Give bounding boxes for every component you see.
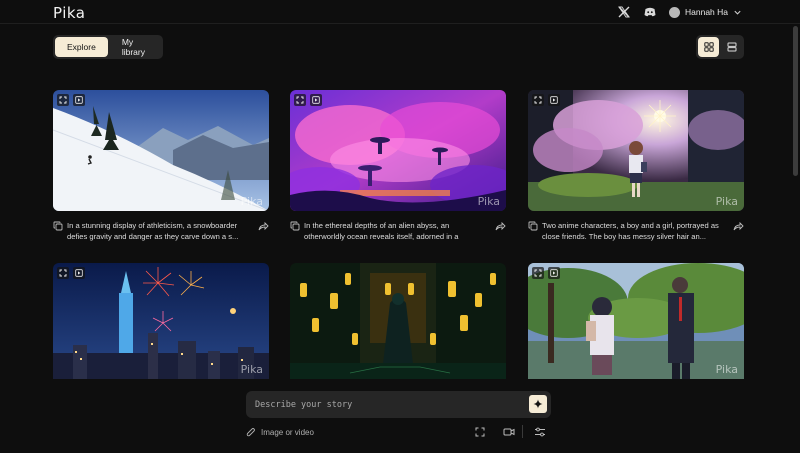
tab-explore[interactable]: Explore [55, 37, 108, 57]
pika-watermark: Pika [240, 363, 263, 376]
caption-row: Two anime characters, a boy and a girl, … [528, 220, 744, 244]
play-icon[interactable] [548, 267, 560, 279]
settings-sliders-icon[interactable] [534, 426, 546, 438]
video-thumbnail[interactable]: Pika [53, 90, 269, 211]
play-icon[interactable] [73, 267, 85, 279]
chevron-down-icon [734, 10, 741, 15]
fullscreen-icon[interactable] [294, 94, 306, 106]
video-thumbnail[interactable]: Pika [53, 263, 269, 379]
anime-friends-scene [528, 90, 744, 211]
paperclip-icon [246, 427, 255, 436]
alien-abyss-scene [290, 90, 506, 211]
video-caption: In a stunning display of athleticism, a … [67, 221, 239, 241]
pika-watermark: Pika [477, 195, 500, 208]
video-caption: In the ethereal depths of an alien abyss… [304, 221, 459, 241]
aspect-ratio-icon[interactable] [474, 426, 486, 438]
user-name: Hannah Ha [685, 7, 729, 17]
fullscreen-icon[interactable] [532, 267, 544, 279]
pika-watermark: Pika [715, 195, 738, 208]
list-view-icon [727, 42, 736, 52]
copy-icon[interactable] [528, 221, 538, 231]
anime-park-scene [528, 263, 744, 379]
fullscreen-icon[interactable] [57, 94, 69, 106]
attach-label: Image or video [261, 427, 314, 437]
grid-view-icon [703, 42, 714, 52]
share-icon[interactable] [733, 221, 744, 231]
copy-icon[interactable] [290, 221, 300, 231]
pika-watermark: Pika [240, 195, 263, 208]
fullscreen-icon[interactable] [57, 267, 69, 279]
temple-lanterns-scene [290, 263, 506, 379]
generate-button[interactable] [529, 395, 547, 413]
pika-logo[interactable]: Pika [53, 4, 86, 22]
video-thumbnail[interactable] [290, 263, 506, 379]
sparkle-icon [533, 399, 543, 409]
user-menu[interactable]: Hannah Ha [669, 4, 742, 20]
caption-row: In a stunning display of athleticism, a … [53, 220, 269, 244]
pika-watermark: Pika [715, 363, 738, 376]
video-thumbnail[interactable]: Pika [528, 90, 744, 211]
discord-icon[interactable] [643, 5, 657, 19]
play-icon[interactable] [310, 94, 322, 106]
page-scrollbar[interactable] [793, 26, 798, 176]
tab-bar: Explore My library [53, 35, 163, 59]
play-icon[interactable] [548, 94, 560, 106]
play-icon[interactable] [73, 94, 85, 106]
tab-my-library[interactable]: My library [110, 37, 161, 57]
snowboarder-scene [53, 90, 269, 211]
fullscreen-icon[interactable] [532, 94, 544, 106]
story-prompt-input[interactable] [246, 391, 526, 418]
top-bar: Pika Hannah Ha [0, 0, 800, 24]
attach-media-button[interactable]: Image or video [246, 425, 314, 439]
share-icon[interactable] [258, 221, 269, 231]
avatar [669, 6, 680, 18]
caption-row: In the ethereal depths of an alien abyss… [290, 220, 506, 244]
city-fireworks-scene [53, 263, 269, 379]
view-toggle [696, 35, 744, 59]
camera-icon[interactable] [503, 426, 515, 438]
video-caption: Two anime characters, a boy and a girl, … [542, 221, 719, 241]
toolbar-divider [522, 425, 523, 438]
video-thumbnail[interactable]: Pika [290, 90, 506, 211]
grid-view-button[interactable] [698, 37, 719, 57]
copy-icon[interactable] [53, 221, 63, 231]
x-logo-icon[interactable] [617, 5, 631, 19]
list-view-button[interactable] [721, 37, 742, 57]
video-thumbnail[interactable]: Pika [528, 263, 744, 379]
prompt-panel [246, 391, 551, 418]
share-icon[interactable] [495, 221, 506, 231]
